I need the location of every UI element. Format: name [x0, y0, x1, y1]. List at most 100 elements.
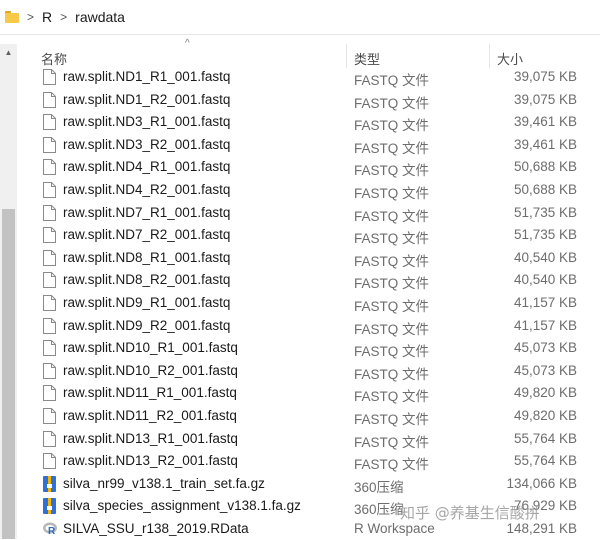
scroll-thumb[interactable] — [2, 209, 15, 539]
file-size: 39,075 KB — [513, 91, 577, 107]
file-row[interactable]: raw.split.ND9_R1_001.fastq FASTQ 文件 41,157… — [17, 292, 600, 315]
file-name: raw.split.ND3_R2_001.fastq — [63, 136, 231, 152]
blank-file-icon — [43, 362, 56, 379]
file-type: FASTQ 文件 — [354, 208, 430, 224]
breadcrumb-rawdata[interactable]: rawdata — [75, 9, 125, 25]
column-divider[interactable] — [489, 44, 490, 68]
file-name: raw.split.ND10_R1_001.fastq — [63, 340, 238, 356]
file-row[interactable]: raw.split.ND10_R2_001.fastq FASTQ 文件 45,07… — [17, 360, 600, 383]
file-row[interactable]: raw.split.ND13_R1_001.fastq FASTQ 文件 55,76… — [17, 428, 600, 451]
file-type: FASTQ 文件 — [354, 253, 430, 269]
file-type: FASTQ 文件 — [354, 163, 430, 179]
blank-file-icon — [43, 340, 56, 357]
file-name: raw.split.ND9_R2_001.fastq — [63, 317, 231, 333]
file-size: 55,764 KB — [513, 430, 577, 446]
file-name: raw.split.ND11_R1_001.fastq — [63, 385, 237, 401]
file-row[interactable]: raw.split.ND3_R1_001.fastq FASTQ 文件 39,461… — [17, 111, 600, 134]
file-size: 40,540 KB — [513, 272, 577, 288]
file-row[interactable]: raw.split.ND4_R2_001.fastq FASTQ 文件 50,688… — [17, 179, 600, 202]
blank-file-icon — [43, 204, 56, 221]
folder-icon — [5, 11, 19, 23]
blank-file-icon — [43, 91, 56, 108]
file-name: raw.split.ND1_R1_001.fastq — [63, 69, 231, 84]
file-name: raw.split.ND8_R2_001.fastq — [63, 272, 231, 288]
file-type: FASTQ 文件 — [354, 73, 430, 88]
file-size: 148,291 KB — [506, 520, 577, 536]
blank-file-icon — [43, 249, 56, 266]
file-name: raw.split.ND10_R2_001.fastq — [63, 362, 238, 378]
address-bar[interactable]: > R > rawdata — [0, 0, 600, 35]
blank-file-icon — [43, 136, 56, 153]
scroll-up-arrow-icon[interactable]: ▲ — [0, 44, 17, 60]
file-size: 51,735 KB — [513, 227, 577, 243]
file-name: raw.split.ND1_R2_001.fastq — [63, 91, 231, 107]
file-type: FASTQ 文件 — [354, 95, 430, 111]
file-size: 55,764 KB — [513, 453, 577, 469]
file-name: raw.split.ND4_R2_001.fastq — [63, 181, 231, 197]
file-size: 39,461 KB — [513, 114, 577, 130]
breadcrumb-r[interactable]: R — [42, 9, 52, 25]
file-name: silva_nr99_v138.1_train_set.fa.gz — [63, 475, 265, 491]
file-size: 40,540 KB — [513, 249, 577, 265]
file-type: FASTQ 文件 — [354, 366, 430, 382]
file-type: FASTQ 文件 — [354, 321, 430, 337]
file-name: raw.split.ND11_R2_001.fastq — [63, 407, 237, 423]
file-name: SILVA_SSU_r138_2019.RData — [63, 520, 249, 536]
blank-file-icon — [43, 181, 56, 198]
file-type: FASTQ 文件 — [354, 231, 430, 247]
vertical-scrollbar[interactable]: ▲ — [0, 44, 17, 539]
file-row[interactable]: raw.split.ND10_R1_001.fastq FASTQ 文件 45,07… — [17, 337, 600, 360]
file-row[interactable]: raw.split.ND8_R2_001.fastq FASTQ 文件 40,540… — [17, 269, 600, 292]
file-type: FASTQ 文件 — [354, 389, 430, 405]
file-row[interactable]: raw.split.ND9_R2_001.fastq FASTQ 文件 41,157… — [17, 315, 600, 338]
blank-file-icon — [43, 430, 56, 447]
file-name: raw.split.ND13_R1_001.fastq — [63, 430, 238, 446]
file-row[interactable]: raw.split.ND7_R2_001.fastq FASTQ 文件 51,735… — [17, 224, 600, 247]
file-row[interactable]: raw.split.ND4_R1_001.fastq FASTQ 文件 50,688… — [17, 156, 600, 179]
blank-file-icon — [43, 227, 56, 244]
blank-file-icon — [43, 294, 56, 311]
blank-file-icon — [43, 407, 56, 424]
file-list: raw.split.ND1_R1_001.fastq FASTQ 文件 39,075… — [17, 66, 600, 540]
file-type: FASTQ 文件 — [354, 276, 430, 292]
blank-file-icon — [43, 317, 56, 334]
blank-file-icon — [43, 114, 56, 131]
file-size: 51,735 KB — [513, 204, 577, 220]
r-workspace-icon: R — [43, 521, 57, 537]
file-type: FASTQ 文件 — [354, 457, 430, 473]
watermark: 知乎 @养基生信酸拼 — [400, 504, 540, 522]
file-name: raw.split.ND7_R2_001.fastq — [63, 227, 231, 243]
blank-file-icon — [43, 159, 56, 176]
file-name: raw.split.ND9_R1_001.fastq — [63, 294, 231, 310]
file-size: 41,157 KB — [513, 317, 577, 333]
file-row[interactable]: raw.split.ND13_R2_001.fastq FASTQ 文件 55,76… — [17, 450, 600, 473]
file-size: 134,066 KB — [506, 475, 577, 491]
file-name: raw.split.ND13_R2_001.fastq — [63, 453, 238, 469]
file-type: R Workspace — [354, 520, 435, 536]
blank-file-icon — [43, 69, 56, 85]
file-row[interactable]: raw.split.ND3_R2_001.fastq FASTQ 文件 39,461… — [17, 134, 600, 157]
column-header: ^ 名称 类型 大小 — [17, 38, 600, 68]
file-row[interactable]: raw.split.ND11_R1_001.fastq FASTQ 文件 49,82… — [17, 382, 600, 405]
file-size: 45,073 KB — [513, 340, 577, 356]
file-row[interactable]: raw.split.ND7_R1_001.fastq FASTQ 文件 51,735… — [17, 202, 600, 225]
file-type: FASTQ 文件 — [354, 118, 430, 134]
file-type: 360压缩 — [354, 479, 404, 495]
blank-file-icon — [43, 385, 56, 402]
file-name: raw.split.ND3_R1_001.fastq — [63, 114, 231, 130]
file-row[interactable]: raw.split.ND11_R2_001.fastq FASTQ 文件 49,82… — [17, 405, 600, 428]
file-row[interactable]: raw.split.ND8_R1_001.fastq FASTQ 文件 40,540… — [17, 247, 600, 270]
file-size: 39,461 KB — [513, 136, 577, 152]
file-name: silva_species_assignment_v138.1.fa.gz — [63, 498, 301, 514]
file-name: raw.split.ND4_R1_001.fastq — [63, 159, 231, 175]
column-divider[interactable] — [346, 44, 347, 68]
chevron-right-icon: > — [27, 10, 35, 24]
file-name: raw.split.ND7_R1_001.fastq — [63, 204, 231, 220]
file-row[interactable]: silva_nr99_v138.1_train_set.fa.gz 360压缩 13… — [17, 473, 600, 496]
file-row[interactable]: raw.split.ND1_R1_001.fastq FASTQ 文件 39,075… — [17, 66, 600, 89]
file-size: 49,820 KB — [513, 407, 577, 423]
sort-ascending-icon: ^ — [185, 38, 190, 49]
file-row[interactable]: raw.split.ND1_R2_001.fastq FASTQ 文件 39,075… — [17, 89, 600, 112]
archive-icon — [43, 475, 56, 492]
file-type: FASTQ 文件 — [354, 344, 430, 360]
